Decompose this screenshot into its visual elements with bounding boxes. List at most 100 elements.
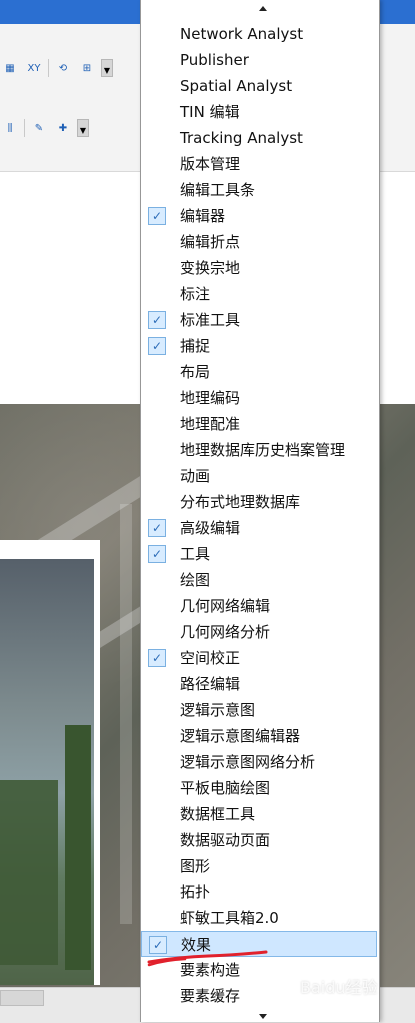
checkmark-icon: ✓ bbox=[148, 519, 166, 537]
xy-icon[interactable]: XY bbox=[24, 58, 44, 78]
menu-item[interactable]: ✓ 空间校正 bbox=[141, 645, 377, 671]
toolbars-context-menu: Network Analyst Publisher Spatial Analyst T… bbox=[140, 0, 380, 1022]
menu-item[interactable]: ✓ 工具 bbox=[141, 541, 377, 567]
menu-item[interactable]: ✓ 编辑器 bbox=[141, 203, 377, 229]
menu-item-label: 编辑折点 bbox=[180, 233, 241, 251]
menu-item-label: 逻辑示意图编辑器 bbox=[180, 727, 301, 745]
menu-item[interactable]: 地理配准 bbox=[141, 411, 377, 437]
menu-item-label: 逻辑示意图 bbox=[180, 701, 256, 719]
menu-item[interactable]: 变换宗地 bbox=[141, 255, 377, 281]
menu-item-label: 数据驱动页面 bbox=[180, 831, 271, 849]
menu-item-label: 分布式地理数据库 bbox=[180, 493, 301, 511]
menu-item[interactable]: 动画 bbox=[141, 463, 377, 489]
menu-item[interactable]: 几何网络编辑 bbox=[141, 593, 377, 619]
checkmark-icon: ✓ bbox=[148, 311, 166, 329]
menu-item[interactable]: 图形 bbox=[141, 853, 377, 879]
checkmark-icon: ✓ bbox=[148, 207, 166, 225]
menu-item-label: Publisher bbox=[180, 51, 249, 69]
menu-item[interactable]: 数据驱动页面 bbox=[141, 827, 377, 853]
menu-item-label: 地理编码 bbox=[180, 389, 241, 407]
toolbar-separator bbox=[24, 119, 25, 137]
menu-item[interactable]: ✓ 捕捉 bbox=[141, 333, 377, 359]
horizontal-scrollbar[interactable] bbox=[0, 990, 44, 1006]
menu-item[interactable]: 地理数据库历史档案管理 bbox=[141, 437, 377, 463]
menu-item-label: 高级编辑 bbox=[180, 519, 241, 537]
menu-item-label: 空间校正 bbox=[180, 649, 241, 667]
menu-item[interactable]: 版本管理 bbox=[141, 151, 377, 177]
map-trees bbox=[0, 780, 58, 965]
menu-item[interactable]: 逻辑示意图 bbox=[141, 697, 377, 723]
menu-item-label: 编辑工具条 bbox=[180, 181, 256, 199]
menu-item-label: 绘图 bbox=[180, 571, 211, 589]
edit-icon[interactable]: ✎ bbox=[29, 118, 49, 138]
menu-item[interactable]: ✓ 标准工具 bbox=[141, 307, 377, 333]
zoom-window-icon[interactable]: ⊞ bbox=[77, 58, 97, 78]
menu-item-label: 几何网络分析 bbox=[180, 623, 271, 641]
menu-item-label: 编辑器 bbox=[180, 207, 226, 225]
menu-item[interactable]: 绘图 bbox=[141, 567, 377, 593]
menu-item-label: 布局 bbox=[180, 363, 211, 381]
menu-item-label: 地理配准 bbox=[180, 415, 241, 433]
menu-item-label: 要素缓存 bbox=[180, 987, 241, 1005]
menu-item-label: TIN 编辑 bbox=[180, 103, 240, 121]
menu-item[interactable]: 逻辑示意图编辑器 bbox=[141, 723, 377, 749]
menu-item-label: 图形 bbox=[180, 857, 211, 875]
menu-item-label: 路径编辑 bbox=[180, 675, 241, 693]
menu-item-label: 动画 bbox=[180, 467, 211, 485]
add-point-icon[interactable]: ✚ bbox=[53, 118, 73, 138]
menu-item-label: 标准工具 bbox=[180, 311, 241, 329]
menu-item-label: 变换宗地 bbox=[180, 259, 241, 277]
menu-item[interactable]: 布局 bbox=[141, 359, 377, 385]
toolbar-row-2: ⫼ ✎ ✚ ▼ bbox=[0, 116, 89, 140]
menu-item[interactable]: 逻辑示意图网络分析 bbox=[141, 749, 377, 775]
menu-item[interactable]: 路径编辑 bbox=[141, 671, 377, 697]
layer-icon[interactable]: ▦ bbox=[0, 58, 20, 78]
menu-item[interactable]: 拓扑 bbox=[141, 879, 377, 905]
checkmark-icon: ✓ bbox=[148, 649, 166, 667]
menu-item[interactable]: TIN 编辑 bbox=[141, 99, 377, 125]
menu-item-label: 工具 bbox=[180, 545, 211, 563]
scroll-down-arrow-icon[interactable] bbox=[259, 1014, 267, 1019]
menu-item-label: 捕捉 bbox=[180, 337, 211, 355]
menu-item-label: 逻辑示意图网络分析 bbox=[180, 753, 316, 771]
menu-item[interactable]: 分布式地理数据库 bbox=[141, 489, 377, 515]
map-road bbox=[120, 504, 132, 924]
menu-item[interactable]: 编辑折点 bbox=[141, 229, 377, 255]
menu-item-label: Spatial Analyst bbox=[180, 77, 293, 95]
scroll-up-arrow-icon[interactable] bbox=[259, 6, 267, 11]
menu-item[interactable]: Network Analyst bbox=[141, 21, 377, 47]
menu-item-label: 虾敏工具箱2.0 bbox=[180, 909, 279, 927]
toolbar-dropdown-arrow-2[interactable]: ▼ bbox=[77, 119, 89, 137]
menu-list: Network Analyst Publisher Spatial Analyst T… bbox=[141, 21, 379, 1009]
menu-item[interactable]: 数据框工具 bbox=[141, 801, 377, 827]
menu-item-label: 几何网络编辑 bbox=[180, 597, 271, 615]
map-forest bbox=[65, 725, 91, 970]
menu-item[interactable]: 地理编码 bbox=[141, 385, 377, 411]
menu-item-label: Tracking Analyst bbox=[180, 129, 303, 147]
menu-item[interactable]: 几何网络分析 bbox=[141, 619, 377, 645]
checkmark-icon: ✓ bbox=[148, 545, 166, 563]
menu-item-label: 平板电脑绘图 bbox=[180, 779, 271, 797]
menu-item[interactable]: 标注 bbox=[141, 281, 377, 307]
baidu-watermark: Baidu经验 bbox=[300, 978, 378, 997]
toolbar-row-1: ▦ XY ⟲ ⊞ ▼ bbox=[0, 56, 113, 80]
menu-item[interactable]: Tracking Analyst bbox=[141, 125, 377, 151]
refresh-icon[interactable]: ⟲ bbox=[53, 58, 73, 78]
menu-item[interactable]: Spatial Analyst bbox=[141, 73, 377, 99]
checkmark-icon: ✓ bbox=[148, 337, 166, 355]
menu-item[interactable]: 虾敏工具箱2.0 bbox=[141, 905, 377, 931]
menu-item-label: 地理数据库历史档案管理 bbox=[180, 441, 346, 459]
toolbar-separator bbox=[48, 59, 49, 77]
red-annotation-underline bbox=[147, 950, 268, 967]
menu-item-label: 标注 bbox=[180, 285, 211, 303]
split-icon[interactable]: ⫼ bbox=[0, 118, 20, 138]
menu-item[interactable]: 编辑工具条 bbox=[141, 177, 377, 203]
menu-item[interactable]: ✓ 高级编辑 bbox=[141, 515, 377, 541]
menu-item[interactable]: Publisher bbox=[141, 47, 377, 73]
menu-item-label: 数据框工具 bbox=[180, 805, 256, 823]
menu-item-label: 拓扑 bbox=[180, 883, 211, 901]
menu-item-label: 版本管理 bbox=[180, 155, 241, 173]
menu-item-label: Network Analyst bbox=[180, 25, 304, 43]
menu-item[interactable]: 平板电脑绘图 bbox=[141, 775, 377, 801]
toolbar-dropdown-arrow[interactable]: ▼ bbox=[101, 59, 113, 77]
